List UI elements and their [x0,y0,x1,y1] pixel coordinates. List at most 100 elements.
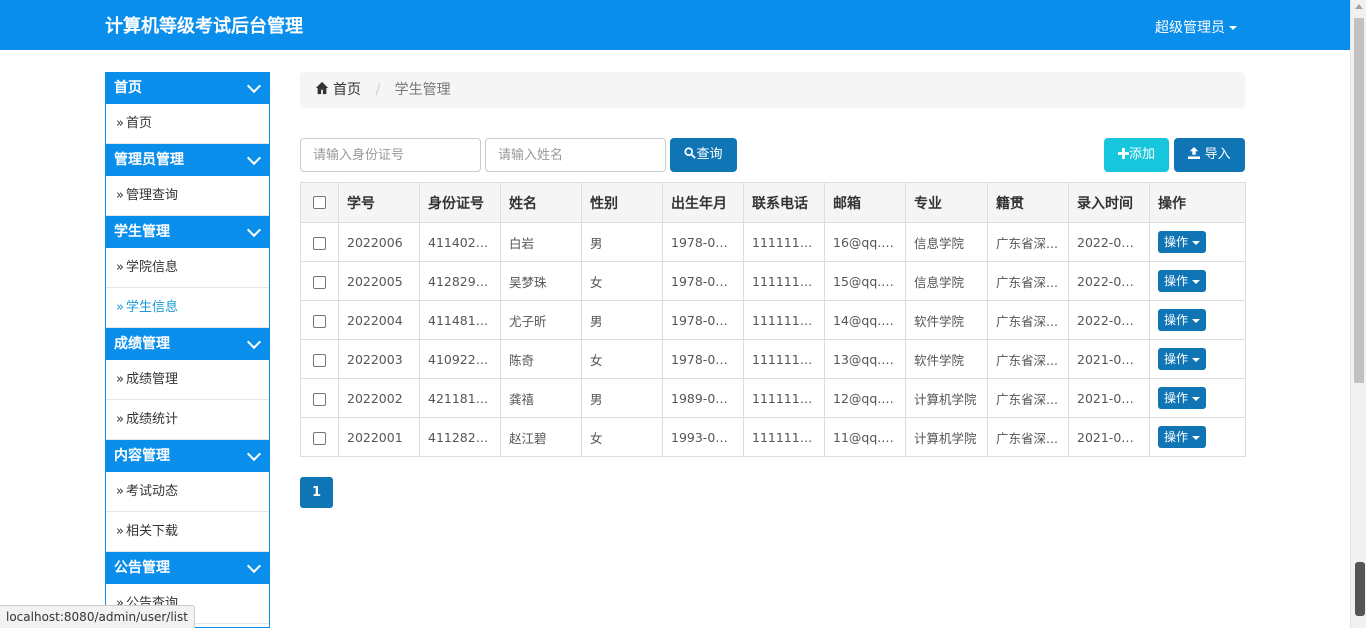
sidebar-item-score-stats[interactable]: » 成绩统计 [106,400,269,440]
table-cell: 4128291... [419,261,501,301]
page-scrollbar[interactable] [1350,0,1366,628]
caret-down-icon [1192,357,1201,362]
row-select-cell [300,339,339,379]
query-button[interactable]: 查询 [670,138,737,172]
caret-down-icon [1192,240,1201,245]
table-cell: 吴梦珠 [500,261,582,301]
sidebar-item-admin-query[interactable]: » 管理查询 [106,176,269,216]
table-cell: 11@qq.c... [824,417,906,457]
row-checkbox[interactable] [313,392,326,406]
sidebar-item-label: 相关下载 [125,524,178,539]
column-header: 身份证号 [419,182,501,223]
column-header: 籍贯 [987,182,1069,223]
sidebar-group-label: 首页 [114,80,142,96]
table-cell: 1993-05-... [662,417,744,457]
table-cell: 4109222... [419,339,501,379]
pagination-page-button[interactable]: 1 [300,477,333,508]
sidebar-group-home[interactable]: 首页 [106,72,269,104]
add-button-label: 添加 [1128,147,1155,162]
table-cell: 1111111... [743,417,825,457]
table-cell: 14@qq.c... [824,300,906,340]
sidebar-group-label: 管理员管理 [114,152,184,168]
user-menu-dropdown[interactable]: 超级管理员 [1155,17,1237,37]
row-action-dropdown-button[interactable]: 操作 [1158,387,1207,409]
row-select-cell [300,261,339,301]
select-all-cell [300,182,339,223]
sidebar-item-college-info[interactable]: » 学院信息 [106,248,269,288]
row-checkbox[interactable] [313,353,326,367]
table-cell: 计算机学院 [905,378,988,418]
chevron-down-icon [246,222,262,238]
table-cell: 1111111... [743,378,825,418]
row-action-cell: 操作 [1149,261,1246,301]
sidebar-group-admin[interactable]: 管理员管理 [106,144,269,176]
column-header: 录入时间 [1068,182,1150,223]
sidebar-group-label: 公告管理 [114,560,170,576]
row-action-dropdown-button[interactable]: 操作 [1158,348,1207,370]
sidebar-group-student[interactable]: 学生管理 [106,216,269,248]
search-icon [684,147,697,159]
table-cell: 广东省深... [987,339,1069,379]
table-cell: 陈奇 [500,339,582,379]
name-search-input[interactable] [485,138,666,172]
table-cell: 广东省深... [987,300,1069,340]
sidebar-group-label: 成绩管理 [114,336,170,352]
caret-down-icon [1192,318,1201,323]
row-select-cell [300,378,339,418]
row-checkbox[interactable] [313,236,326,250]
sidebar-item-student-info[interactable]: » 学生信息 [106,288,269,328]
import-button[interactable]: 导入 [1174,138,1245,172]
table-cell: 女 [581,417,663,457]
row-action-dropdown-button[interactable]: 操作 [1158,270,1207,292]
plus-icon [1117,148,1129,159]
row-action-label: 操作 [1164,352,1189,366]
row-checkbox[interactable] [313,314,326,328]
table-cell: 信息学院 [905,222,988,262]
sidebar-item-exam-news[interactable]: » 考试动态 [106,472,269,512]
sidebar-group-notice[interactable]: 公告管理 [106,552,269,584]
row-action-dropdown-button[interactable]: 操作 [1158,426,1207,448]
row-checkbox[interactable] [313,275,326,289]
row-action-dropdown-button[interactable]: 操作 [1158,231,1207,253]
row-select-cell [300,417,339,457]
row-checkbox[interactable] [313,431,326,445]
sidebar-item-label: 学院信息 [125,260,178,275]
table-cell: 2022003 [338,339,420,379]
scroll-up-arrow-icon[interactable] [1355,4,1363,9]
chevron-down-icon [246,150,262,166]
table-cell: 计算机学院 [905,417,988,457]
sidebar-item-home[interactable]: » 首页 [106,104,269,144]
sidebar-item-downloads[interactable]: » 相关下载 [106,512,269,552]
table-cell: 4114811... [419,300,501,340]
row-action-cell: 操作 [1149,300,1246,340]
table-cell: 13@qq.c... [824,339,906,379]
row-action-cell: 操作 [1149,378,1246,418]
table-cell: 2022005 [338,261,420,301]
add-button[interactable]: 添加 [1104,138,1169,172]
table-cell: 广东省深... [987,222,1069,262]
student-table: 学号 身份证号 姓名 性别 出生年月 联系电话 邮箱 专业 籍贯 录入时间 操作… [300,182,1246,457]
app-title[interactable]: 计算机等级考试后台管理 [105,12,303,38]
id-number-search-input[interactable] [300,138,481,172]
sidebar-group-score[interactable]: 成绩管理 [106,328,269,360]
home-icon [315,81,329,95]
sidebar: 首页 » 首页 管理员管理 » 管理查询 学生管理 » 学院信息 » 学生信息 成绩管理… [105,72,270,628]
row-action-dropdown-button[interactable]: 操作 [1158,309,1207,331]
breadcrumb-home-link[interactable]: 首页 [333,82,361,98]
row-action-label: 操作 [1164,274,1189,288]
table-cell: 赵江碧 [500,417,582,457]
student-table-container: 学号 身份证号 姓名 性别 出生年月 联系电话 邮箱 专业 籍贯 录入时间 操作… [300,182,1246,457]
breadcrumb-current: 学生管理 [394,82,451,98]
scrollbar-thumb[interactable] [1354,18,1364,383]
row-action-label: 操作 [1164,313,1189,327]
table-cell: 广东省深... [987,378,1069,418]
select-all-checkbox[interactable] [313,196,326,209]
table-cell: 广东省深... [987,417,1069,457]
sidebar-item-score-manage[interactable]: » 成绩管理 [106,360,269,400]
sidebar-group-content[interactable]: 内容管理 [106,440,269,472]
table-row: 2022001 4112821... 赵江碧女 1993-05-... 1111111.… [300,417,1246,457]
chevron-down-icon [246,446,262,462]
table-cell: 1989-05-... [662,378,744,418]
column-header: 邮箱 [824,182,906,223]
table-cell: 2022-02-... [1068,261,1150,301]
